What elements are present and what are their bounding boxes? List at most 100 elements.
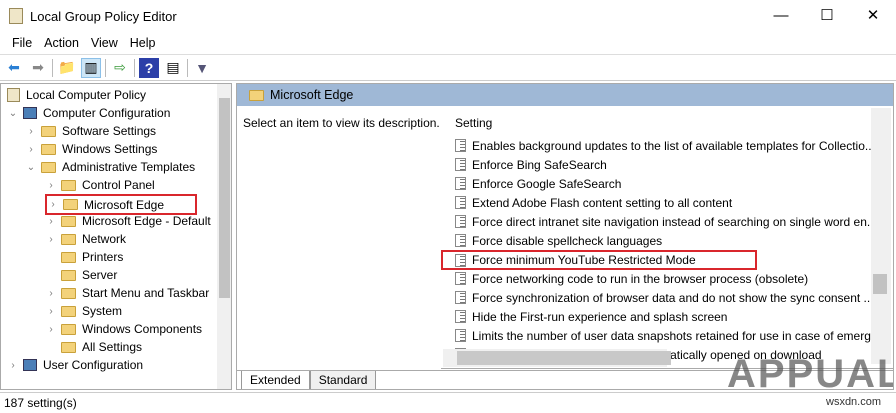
tree-item-label: Administrative Templates — [62, 160, 196, 174]
status-bar: 187 setting(s) — [0, 392, 896, 413]
tree-item[interactable]: Server — [45, 266, 117, 284]
panel-header: Microsoft Edge — [237, 84, 893, 106]
policy-setting-icon — [455, 196, 466, 209]
forward-icon[interactable]: ➡ — [28, 58, 48, 78]
setting-row[interactable]: Force disable spellcheck languages — [455, 231, 662, 250]
tree-item[interactable]: ⌄ Computer Configuration — [7, 104, 171, 122]
tree-item[interactable]: › Windows Components — [45, 320, 202, 338]
vertical-scrollbar[interactable] — [871, 108, 891, 364]
tree-item[interactable]: › Microsoft Edge - Default — [45, 212, 210, 230]
tree-item-label: Start Menu and Taskbar — [82, 286, 210, 300]
expand-chevron-icon[interactable]: › — [47, 199, 59, 210]
tree-item-label: Software Settings — [62, 124, 157, 138]
setting-row[interactable]: Extend Adobe Flash content setting to al… — [455, 193, 732, 212]
tree-item-label: System — [82, 304, 123, 318]
separator — [52, 58, 53, 77]
back-icon[interactable]: ⬅ — [4, 58, 24, 78]
app-icon — [9, 8, 23, 24]
folder-icon — [61, 305, 76, 317]
menu-action[interactable]: Action — [38, 36, 85, 50]
setting-row[interactable]: Force direct intranet site navigation in… — [455, 212, 877, 231]
tree-item-label: Windows Components — [82, 322, 203, 336]
setting-row[interactable]: Force networking code to run in the brow… — [455, 269, 808, 288]
scrollbar-thumb[interactable] — [873, 274, 887, 294]
tree-item[interactable]: › Network — [45, 230, 126, 248]
scrollbar-thumb[interactable] — [457, 351, 671, 365]
expand-chevron-icon[interactable]: › — [7, 360, 19, 371]
up-folder-icon[interactable]: 📁 — [57, 58, 77, 78]
setting-row[interactable]: Enforce Google SafeSearch — [455, 174, 621, 193]
expand-chevron-icon[interactable]: › — [45, 234, 57, 245]
tree-item[interactable]: ⌄ Administrative Templates — [25, 158, 195, 176]
folder-icon — [41, 161, 56, 173]
folder-icon — [61, 323, 76, 335]
folder-icon — [61, 215, 76, 227]
policy-setting-icon — [455, 253, 466, 267]
policy-setting-icon — [455, 234, 466, 247]
setting-row[interactable]: Enforce Bing SafeSearch — [455, 155, 607, 174]
expand-chevron-icon[interactable]: › — [45, 180, 57, 191]
help-icon[interactable]: ? — [139, 57, 159, 78]
minimize-button[interactable]: — — [758, 0, 804, 32]
tree-item[interactable]: › User Configuration — [7, 356, 143, 374]
folder-icon — [61, 233, 76, 245]
watermark-logo: APPUALS — [727, 352, 893, 390]
setting-name: Force minimum YouTube Restricted Mode — [472, 253, 696, 267]
policy-setting-icon — [455, 215, 466, 228]
tree-scrollbar[interactable] — [217, 84, 231, 389]
maximize-button[interactable]: ☐ — [804, 0, 850, 32]
expand-chevron-icon[interactable]: ⌄ — [7, 108, 19, 119]
menu-file[interactable]: File — [6, 36, 38, 50]
expand-chevron-icon[interactable]: › — [45, 306, 57, 317]
tree-item[interactable]: › Windows Settings — [25, 140, 157, 158]
expand-chevron-icon[interactable]: › — [45, 324, 57, 335]
policy-setting-icon — [455, 139, 466, 152]
tree-item[interactable]: › Software Settings — [25, 122, 156, 140]
tree-item[interactable]: All Settings — [45, 338, 142, 356]
setting-row[interactable]: Force minimum YouTube Restricted Mode — [441, 250, 757, 270]
separator — [105, 58, 106, 77]
expand-chevron-icon[interactable]: › — [25, 144, 37, 155]
policy-icon — [7, 88, 20, 102]
separator — [134, 58, 135, 77]
folder-icon — [249, 89, 264, 101]
setting-name: Limits the number of user data snapshots… — [472, 328, 881, 343]
setting-row[interactable]: Force synchronization of browser data an… — [455, 288, 874, 307]
expand-chevron-icon[interactable]: › — [45, 288, 57, 299]
expand-chevron-icon[interactable]: ⌄ — [25, 162, 37, 173]
export-list-icon[interactable]: ⇨ — [110, 58, 130, 78]
tree-item[interactable]: › Start Menu and Taskbar — [45, 284, 209, 302]
menu-bar: File Action View Help — [0, 32, 896, 54]
column-header-setting[interactable]: Setting — [455, 116, 492, 130]
tree-item-label: Network — [82, 232, 127, 246]
expand-chevron-icon[interactable]: › — [45, 216, 57, 227]
tree-item-label: All Settings — [82, 340, 143, 354]
tab-standard[interactable]: Standard — [309, 371, 377, 389]
tree-item[interactable]: Local Computer Policy — [7, 86, 146, 104]
tree-item-label: Server — [82, 268, 118, 282]
setting-row[interactable]: Enables background updates to the list o… — [455, 136, 875, 155]
setting-row[interactable]: Limits the number of user data snapshots… — [455, 326, 881, 345]
menu-view[interactable]: View — [85, 36, 124, 50]
setting-name: Force disable spellcheck languages — [472, 233, 663, 248]
tab-extended[interactable]: Extended — [241, 371, 310, 389]
folder-icon — [41, 143, 56, 155]
setting-name: Force synchronization of browser data an… — [472, 290, 874, 305]
window-title: Local Group Policy Editor — [30, 8, 177, 24]
horizontal-scrollbar[interactable] — [443, 349, 671, 367]
expand-chevron-icon[interactable]: › — [25, 126, 37, 137]
close-button[interactable]: ✕ — [850, 0, 896, 32]
filter-icon[interactable]: ▼ — [192, 58, 212, 78]
scrollbar-thumb[interactable] — [219, 98, 230, 298]
tree-item[interactable]: › Control Panel — [45, 176, 154, 194]
folder-icon — [41, 125, 56, 137]
show-action-pane-icon[interactable]: ▤ — [163, 58, 183, 78]
tree-pane: Local Computer Policy ⌄ Computer Configura… — [0, 83, 232, 390]
tree-item[interactable]: Printers — [45, 248, 123, 266]
toolbar: ⬅ ➡ 📁 ▥ ⇨ ? ▤ ▼ — [0, 54, 896, 81]
tree-item-label: Microsoft Edge — [84, 197, 165, 212]
tree-item[interactable]: › System — [45, 302, 122, 320]
show-hide-tree-icon[interactable]: ▥ — [81, 57, 101, 78]
menu-help[interactable]: Help — [124, 36, 162, 50]
setting-row[interactable]: Hide the First-run experience and splash… — [455, 307, 727, 326]
